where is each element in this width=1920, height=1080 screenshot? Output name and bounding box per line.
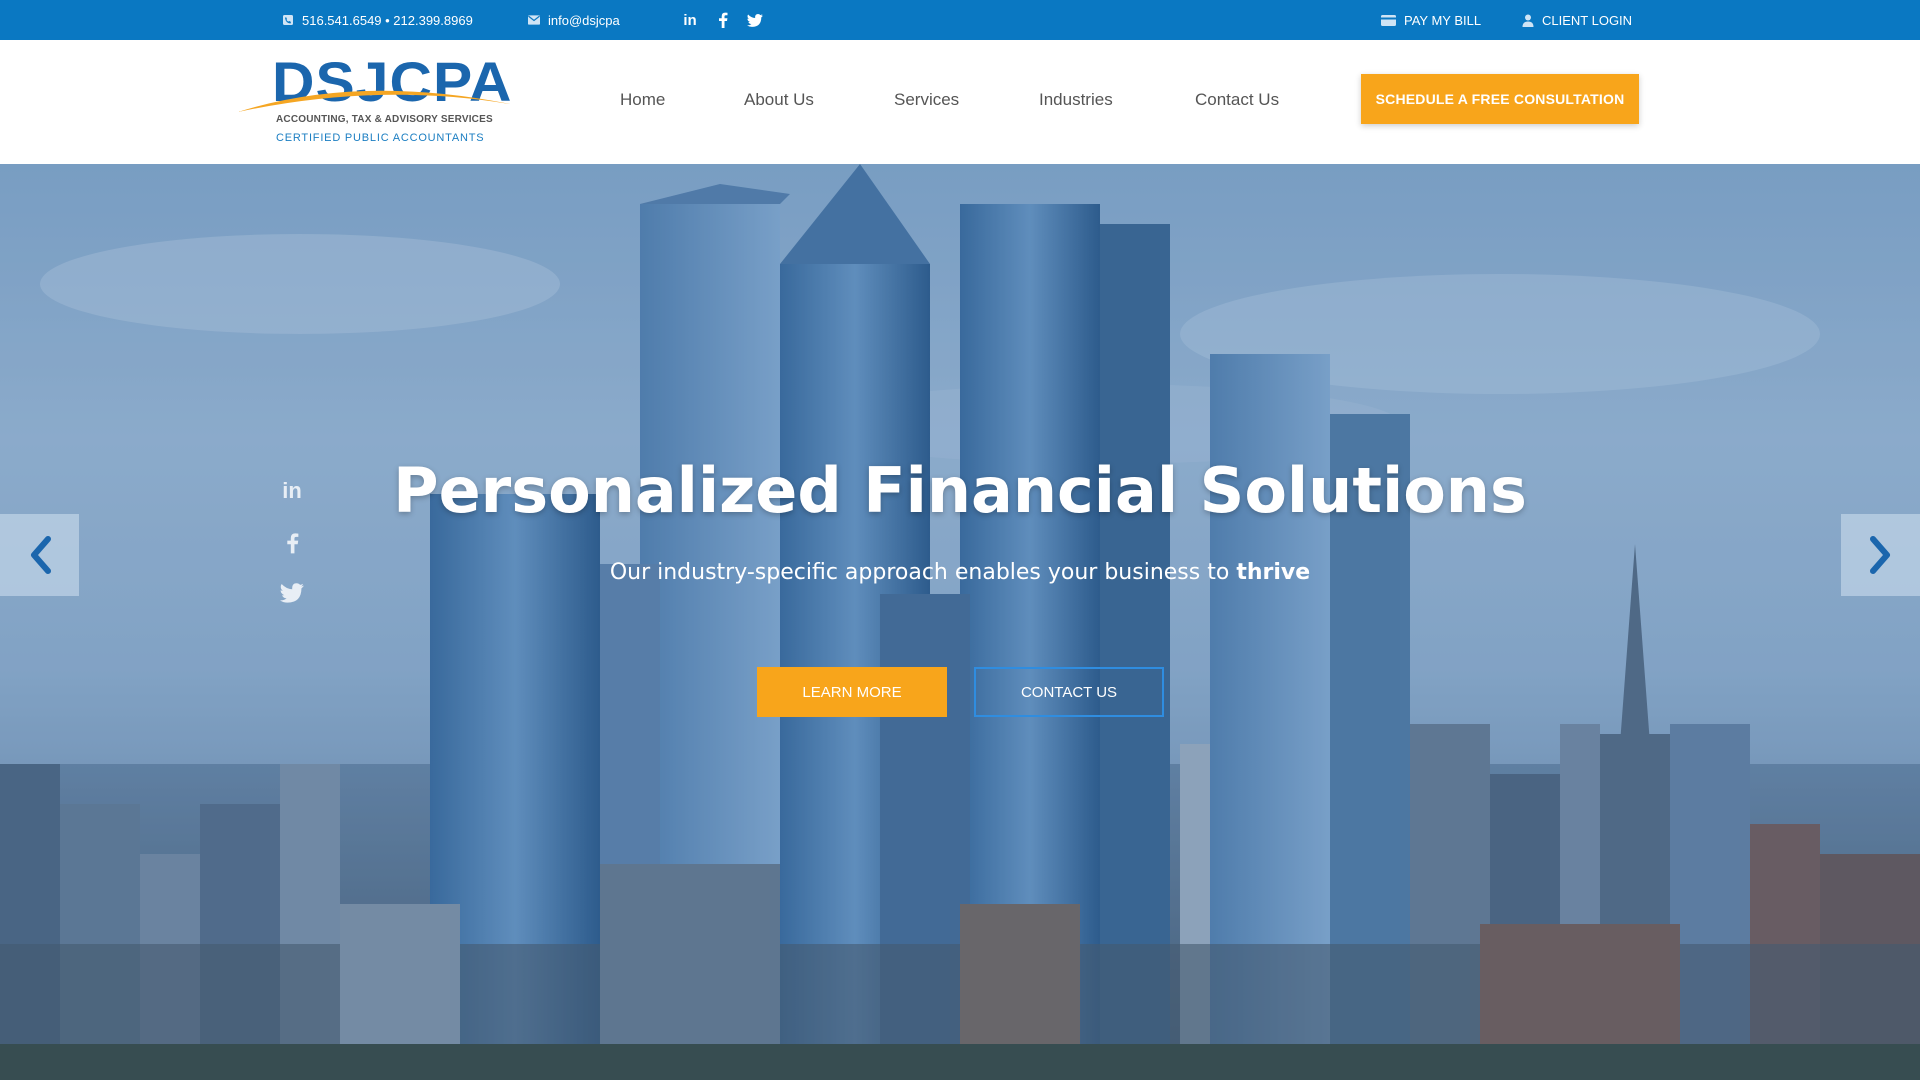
hero-slider: Personalized Financial Solutions Our ind… (0, 164, 1920, 1080)
side-twitter-icon[interactable] (279, 580, 305, 606)
phone-contact[interactable]: 516.541.6549 • 212.399.8969 (282, 0, 473, 40)
pay-bill-link[interactable]: PAY MY BILL (1381, 0, 1481, 40)
top-bar: 516.541.6549 • 212.399.8969 info@dsjcpa … (0, 0, 1920, 40)
learn-more-button[interactable]: LEARN MORE (757, 667, 947, 717)
credit-card-icon (1381, 14, 1396, 26)
nav-item-home[interactable]: Home (620, 90, 665, 110)
facebook-icon[interactable] (713, 0, 733, 40)
pay-bill-text: PAY MY BILL (1404, 12, 1482, 28)
logo-subtitle: CERTIFIED PUBLIC ACCOUNTANTS (276, 132, 485, 144)
chevron-left-icon (30, 536, 51, 574)
nav-item-contact-us[interactable]: Contact Us (1195, 90, 1279, 110)
nav-item-services[interactable]: Services (894, 90, 959, 110)
schedule-consultation-button[interactable]: SCHEDULE A FREE CONSULTATION (1361, 74, 1639, 124)
slider-prev-button[interactable] (0, 514, 79, 596)
nav-item-about-us[interactable]: About Us (744, 90, 814, 110)
twitter-icon[interactable] (745, 0, 765, 40)
client-login-text: CLIENT LOGIN (1542, 12, 1633, 28)
email-contact[interactable]: info@dsjcpa (528, 0, 620, 40)
email-text: info@dsjcpa (548, 12, 620, 28)
hero-overlay (0, 164, 1920, 1080)
side-facebook-icon[interactable] (279, 530, 305, 556)
chevron-right-icon (1869, 536, 1890, 574)
user-icon (1522, 14, 1534, 27)
hero-subtitle-text: Our industry-specific approach enables y… (609, 560, 1237, 585)
slider-next-button[interactable] (1841, 514, 1920, 596)
email-icon (528, 14, 540, 26)
phone-text: 516.541.6549 • 212.399.8969 (302, 12, 473, 28)
logo-tagline: ACCOUNTING, TAX & ADVISORY SERVICES (276, 114, 493, 125)
nav-item-industries[interactable]: Industries (1039, 90, 1113, 110)
hero-subtitle-emphasis: thrive (1236, 560, 1311, 585)
phone-icon (282, 14, 294, 26)
linkedin-icon[interactable]: in (680, 0, 700, 40)
client-login-link[interactable]: CLIENT LOGIN (1522, 0, 1632, 40)
logo-swoosh-icon (238, 90, 510, 112)
logo[interactable]: DSJCPA ACCOUNTING, TAX & ADVISORY SERVIC… (238, 52, 511, 152)
side-linkedin-icon[interactable]: in (279, 478, 305, 504)
contact-us-button[interactable]: CONTACT US (974, 667, 1164, 717)
